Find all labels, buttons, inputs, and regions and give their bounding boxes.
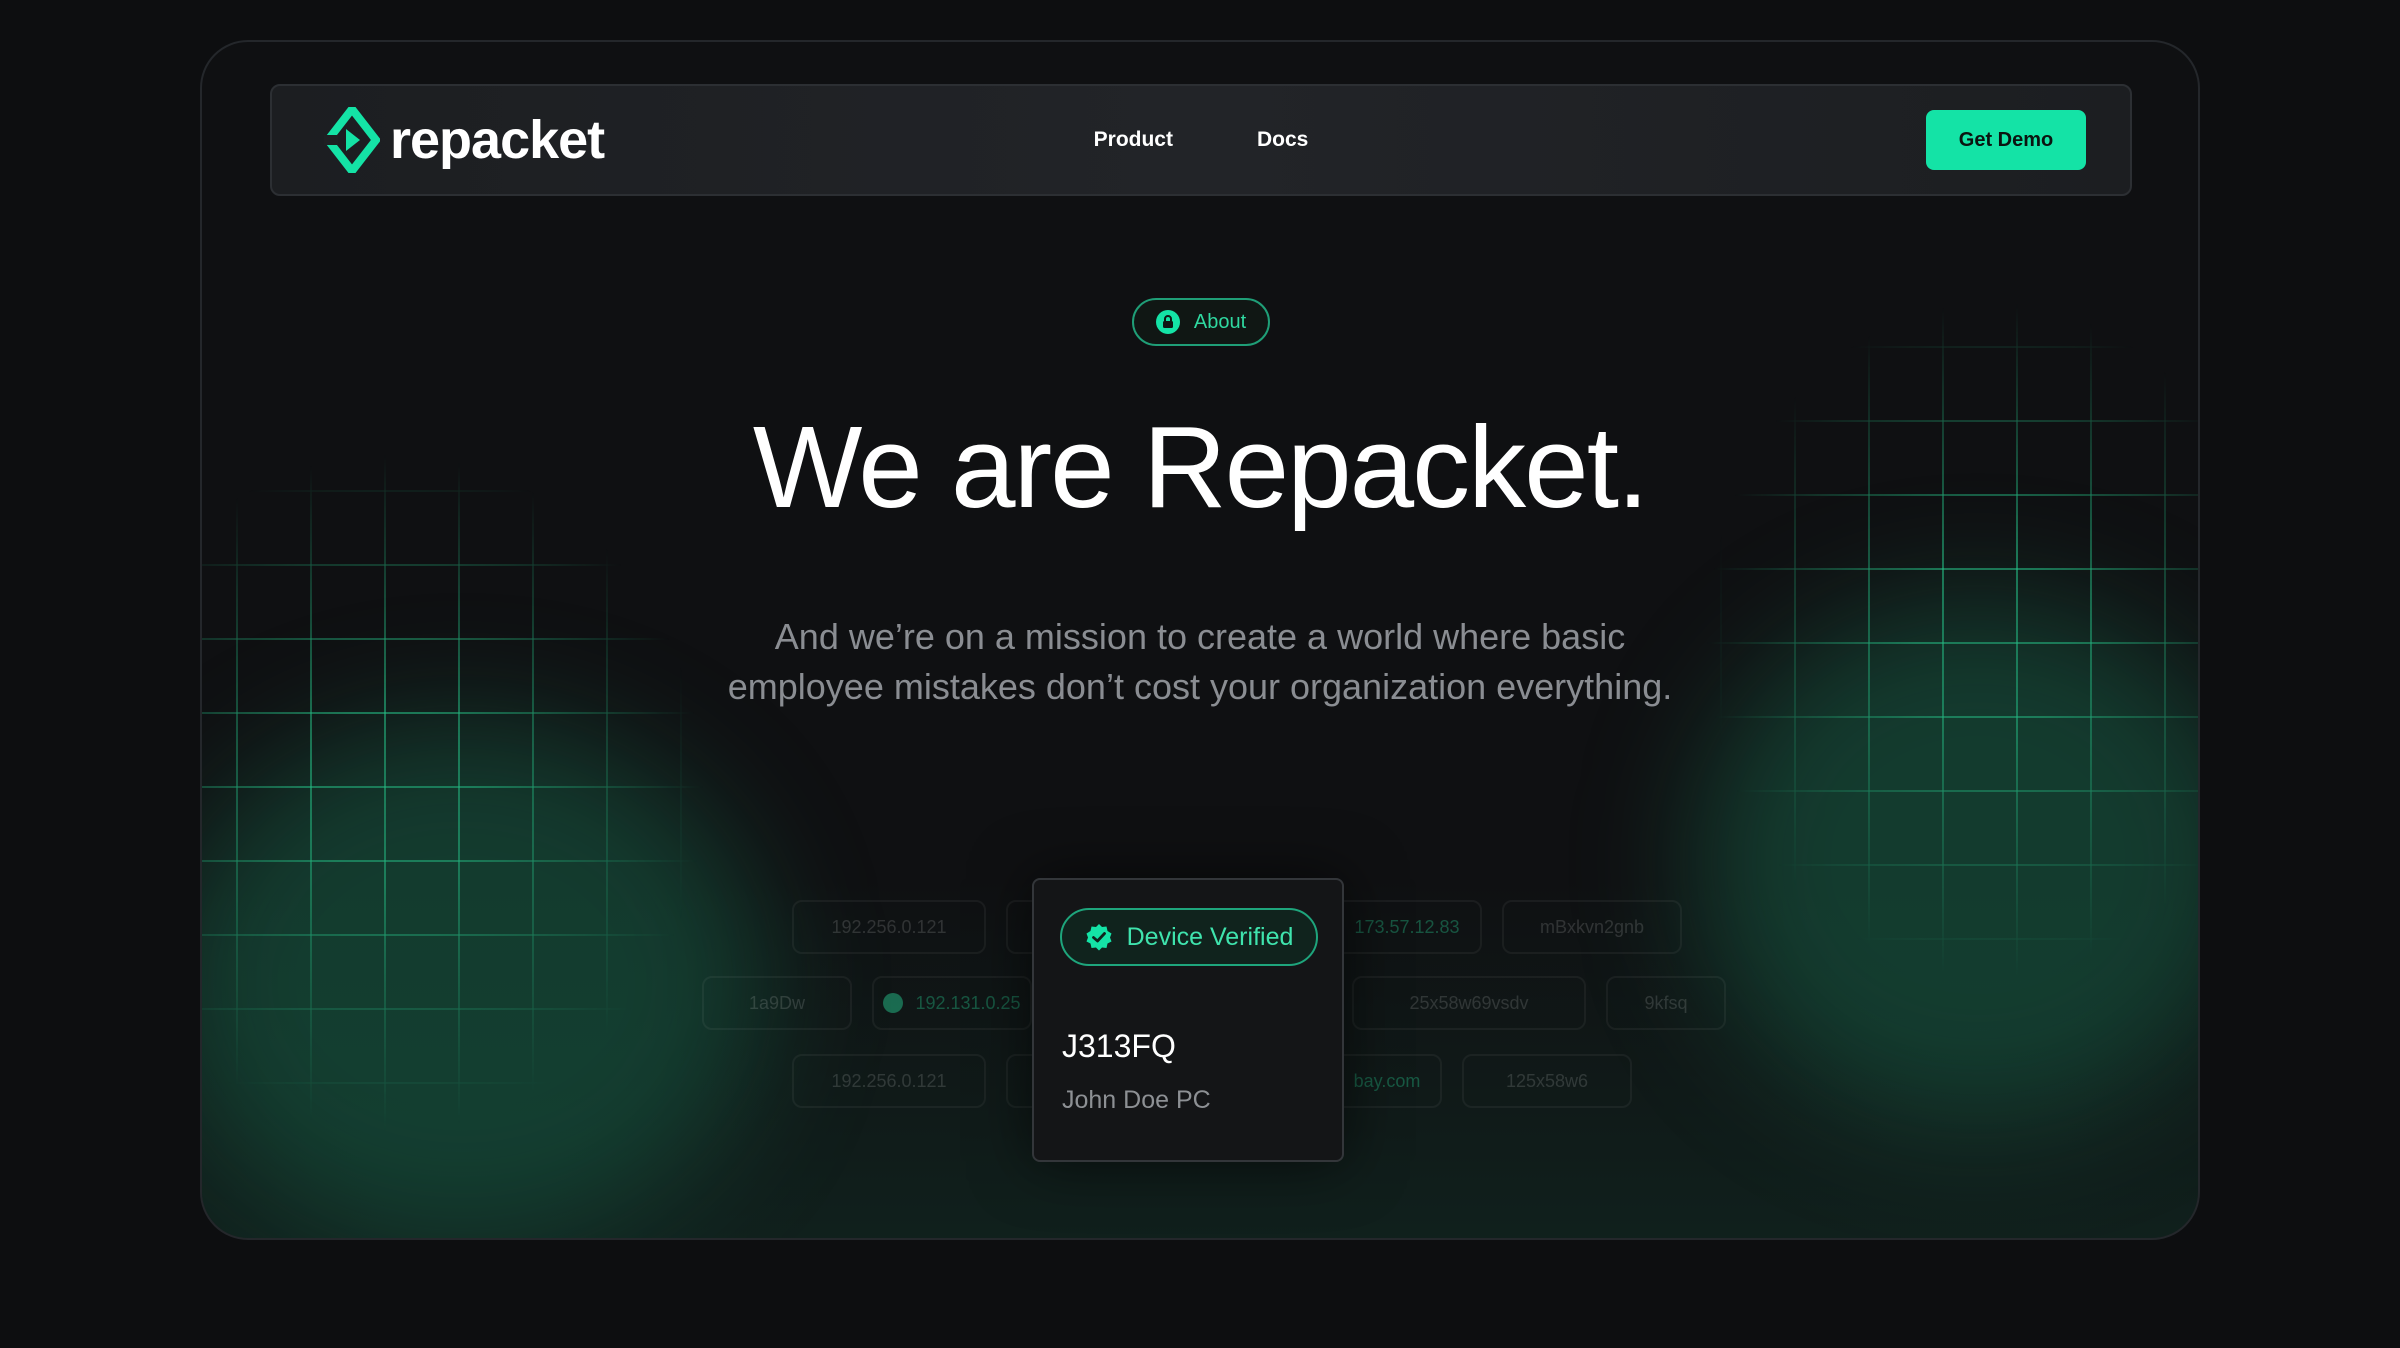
lock-icon [1155,310,1180,334]
token-chip: 1a9Dw [702,976,852,1030]
verified-check-icon [1086,924,1112,951]
device-card: Device Verified J313FQ John Doe PC [1032,878,1344,1162]
domain-chip: bay.com [1332,1054,1442,1108]
brand-name: repacket [390,110,605,170]
hero-subtitle-line-1: And we’re on a mission to create a world… [774,616,1626,657]
ip-chip: 173.57.12.83 [1332,900,1482,954]
page-frame: repacket Product Docs Get Demo About We … [200,40,2200,1240]
hero-title: We are Repacket. [752,402,1649,532]
about-badge: About [1132,298,1270,346]
token-chip: 9kfsq [1606,976,1726,1030]
nav-link-docs[interactable]: Docs [1257,128,1308,152]
token-chip: 25x58w69vsdv [1352,976,1586,1030]
get-demo-button[interactable]: Get Demo [1926,110,2086,170]
repacket-logo-icon [324,107,380,173]
device-status-label: Device Verified [1126,922,1294,951]
logo[interactable]: repacket [324,107,605,173]
token-chip: 125x58w6 [1462,1054,1632,1108]
verified-ip-chip: 192.131.0.25 [872,976,1032,1030]
navbar: repacket Product Docs Get Demo [270,84,2132,196]
check-icon [883,993,904,1013]
nav-link-product[interactable]: Product [1094,128,1173,152]
about-badge-label: About [1193,310,1247,333]
device-verified-badge: Device Verified [1060,908,1318,966]
token-chip: mBxkvn2gnb [1502,900,1682,954]
device-id: J313FQ [1062,1028,1176,1064]
hero-subtitle-line-2: employee mistakes don’t cost your organi… [727,666,1673,707]
hero-subtitle: And we’re on a mission to create a world… [602,612,1798,712]
nav-links: Product Docs [1094,128,1309,152]
ip-chip: 192.256.0.121 [792,900,986,954]
device-owner: John Doe PC [1062,1086,1211,1114]
ip-chip: 192.256.0.121 [792,1054,986,1108]
